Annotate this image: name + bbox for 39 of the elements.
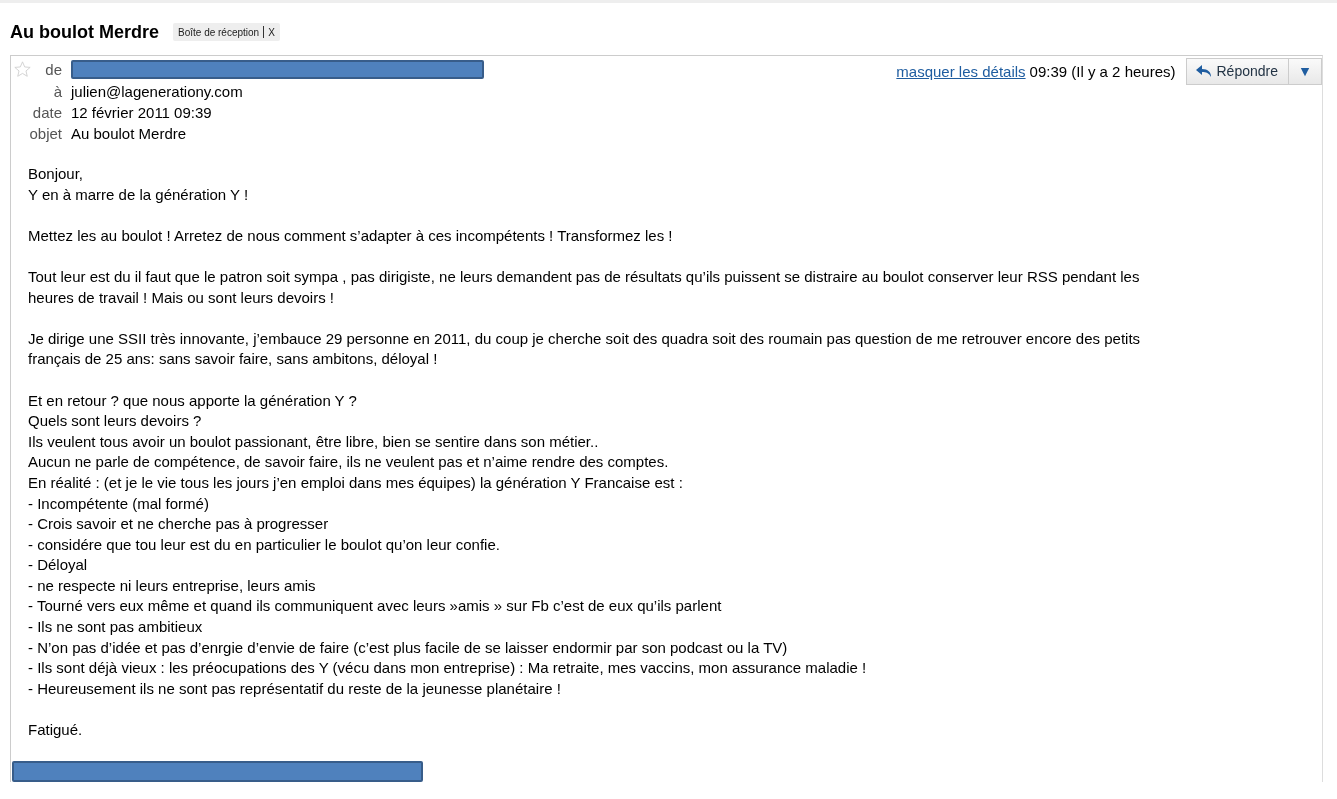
email-subject: Au boulot Merdre — [10, 21, 159, 43]
body-text-line: - Déloyal — [28, 555, 89, 576]
body-text-line: Tout leur est du il faut que le patron soit sympa , pas dirigiste, ne leurs demandent pas de résultats qu’ils puissent se distraire au boulot conserver leur RSS pendant les — [28, 266, 1141, 287]
label-text[interactable]: Boîte de réception — [178, 26, 260, 38]
body-text-line: - Tourné vers eux même et quand ils communiquent avec leurs »amis » sur Fb c’est de eux qu’ils parlent — [28, 596, 723, 617]
body-text-line: - Ils sont déjà vieux : les préocupations des Y (vécu dans mon entreprise) : Ma retraite, mes vaccins, mon assurance maladie ! — [28, 658, 868, 679]
star-icon[interactable] — [14, 61, 31, 78]
details-link[interactable]: masquer les détails — [896, 63, 1026, 80]
body-text-line: Bonjour, — [28, 164, 85, 184]
body-text-line: Fatigué. — [28, 720, 84, 741]
body-text-line: Ils veulent tous avoir un boulot passionant, être libre, bien se sentire dans son métier.. — [28, 431, 600, 452]
body-text-line: - N’on pas d’idée et pas d’enrgie d’envie de faire (c’est plus facile de se laisser endormir par son podcast ou la TV) — [28, 637, 789, 658]
body-text-line: En réalité : (et je le vie tous les jours j’en emploi dans mes équipes) la génération Y Francaise est : — [28, 472, 684, 493]
body-text-line: Je dirige une SSII très innovante, j’embauce 29 personne en 2011, du coup je cherche soit des quadra soit des roumain pas question de me retrouver encore des petits — [28, 328, 1142, 349]
body-text-line: Et en retour ? que nous apporte la génération Y ? — [28, 390, 358, 411]
field-label: à — [53, 83, 62, 100]
body-text-line: Y en à marre de la génération Y ! — [28, 184, 250, 205]
field-value: Au boulot Merdre — [71, 125, 188, 142]
field-value: julien@lagenerationy.com — [71, 83, 244, 100]
more-options-button[interactable]: ▼ — [1289, 58, 1322, 85]
body-text-line: Quels sont leurs devoirs ? — [28, 411, 203, 432]
field-value: 12 février 2011 09:39 — [71, 104, 213, 121]
field-label: de — [45, 61, 62, 78]
field-label: date — [32, 104, 62, 121]
body-text-line: Aucun ne parle de compétence, de savoir faire, ils ne veulent pas et n’aime rendre des comptes. — [28, 452, 670, 473]
remove-label-button[interactable]: X — [268, 26, 275, 38]
reply-button[interactable]: Répondre — [1185, 58, 1289, 85]
body-text-line: français de 25 ans: sans savoir faire, sans ambitons, déloyal ! — [28, 349, 439, 370]
body-text-line: - Crois savoir et ne cherche pas à progresser — [28, 514, 330, 535]
reply-icon — [1194, 64, 1213, 78]
body-text-line: Mettez les au boulot ! Arretez de nous comment s’adapter à ces incompétents ! Transformez les ! — [28, 225, 674, 246]
body-text-line: - ne respecte ni leurs entreprise, leurs amis — [28, 575, 317, 596]
body-text-line: - Incompétente (mal formé) — [28, 493, 210, 514]
body-text-line: - Heureusement ils ne sont pas représentatif du reste de la jeunesse planétaire ! — [28, 678, 562, 699]
field-label: objet — [29, 125, 62, 142]
body-text-line: heures de travail ! Mais ou sont leurs devoirs ! — [28, 287, 335, 308]
body-text-line: - considére que tou leur est du en particulier le boulot qu’on leur confie. — [28, 534, 501, 555]
body-text-line: - Ils ne sont pas ambitieux — [28, 617, 204, 638]
message-time: 09:39 (Il y a 2 heures) — [1029, 63, 1176, 80]
